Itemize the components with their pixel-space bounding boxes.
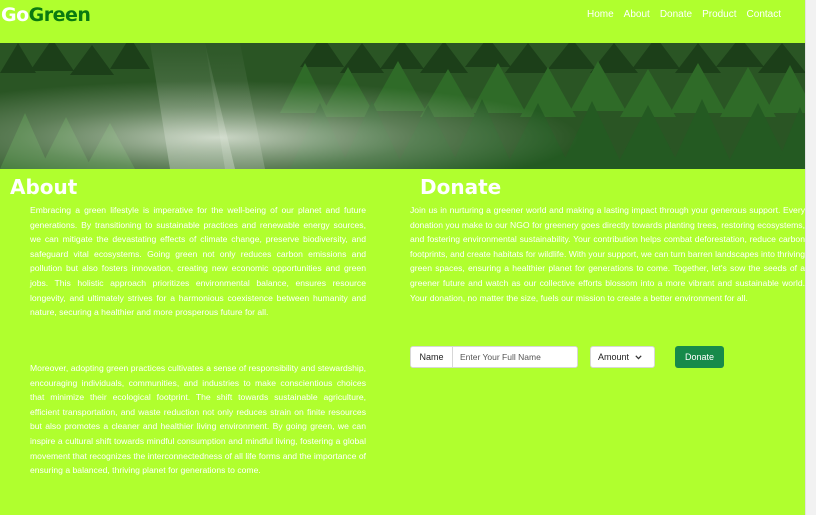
nav-links: Home About Donate Product Contact: [587, 9, 781, 20]
about-title: About: [10, 175, 78, 199]
brand-logo[interactable]: GoGreen: [1, 4, 91, 26]
nav-link-contact[interactable]: Contact: [747, 9, 781, 20]
nav-link-product[interactable]: Product: [702, 9, 736, 20]
amount-label: Amount: [598, 352, 630, 362]
nav-link-about[interactable]: About: [624, 9, 650, 20]
donate-title: Donate: [420, 175, 502, 199]
hero-forest-image: [0, 43, 805, 169]
name-label: Name: [411, 347, 453, 367]
nav-link-home[interactable]: Home: [587, 9, 614, 20]
name-input[interactable]: [453, 347, 577, 367]
donate-paragraph: Join us in nurturing a greener world and…: [410, 205, 805, 303]
about-paragraph-2: Moreover, adopting green practices culti…: [30, 363, 366, 476]
chevron-down-icon: [635, 354, 642, 360]
nav-link-donate[interactable]: Donate: [660, 9, 692, 20]
amount-select[interactable]: Amount: [590, 346, 655, 368]
about-paragraph-1: Embracing a green lifestyle is imperativ…: [30, 205, 366, 318]
brand-logo-green: Green: [28, 4, 91, 26]
brand-logo-go: Go: [1, 4, 29, 26]
name-input-group: Name: [410, 346, 578, 368]
page-scrollbar[interactable]: [805, 0, 816, 515]
navbar: GoGreen Home About Donate Product Contac…: [0, 0, 805, 43]
donate-button[interactable]: Donate: [675, 346, 724, 368]
